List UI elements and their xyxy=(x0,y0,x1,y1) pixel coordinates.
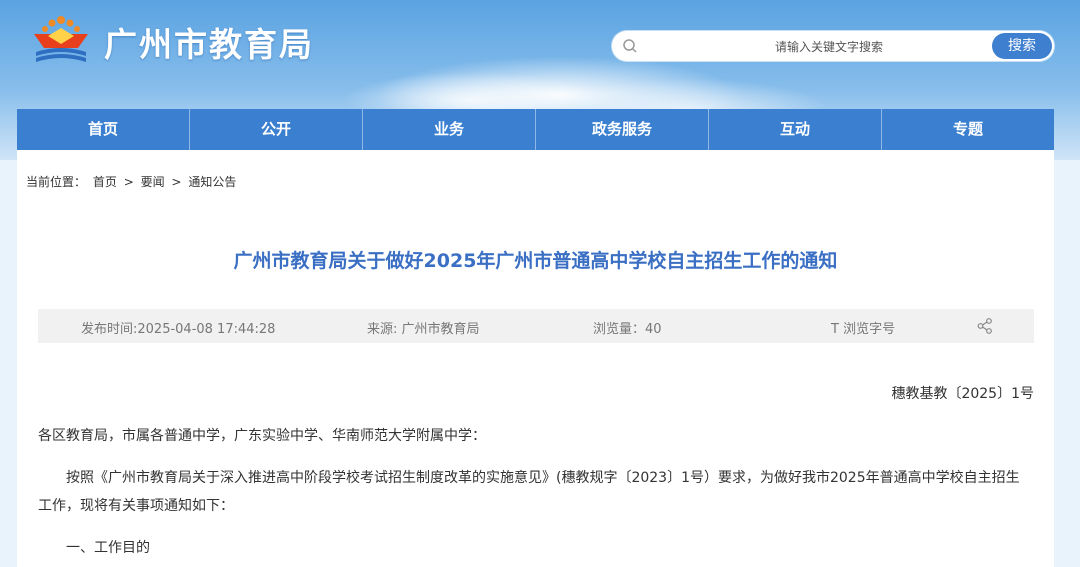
font-size-toggle[interactable]: T 浏览字号 xyxy=(831,318,895,337)
share-icon[interactable] xyxy=(976,317,994,335)
article-paragraph: 各区教育局，市属各普通中学，广东实验中学、华南师范大学附属中学： xyxy=(38,428,486,444)
main-nav: 首页 公开 业务 政务服务 互动 专题 xyxy=(17,109,1054,150)
breadcrumb-separator: > xyxy=(123,175,134,189)
nav-item-home[interactable]: 首页 xyxy=(17,109,190,150)
publish-time: 发布时间:2025-04-08 17:44:28 xyxy=(81,322,276,337)
search-button[interactable]: 搜索 xyxy=(992,33,1052,59)
nav-item-business[interactable]: 业务 xyxy=(363,109,536,150)
nav-item-gov-services[interactable]: 政务服务 xyxy=(536,109,709,150)
search-box: 搜索 xyxy=(612,31,1054,61)
education-bureau-logo-icon[interactable] xyxy=(30,14,92,66)
document-number: 穗教基教〔2025〕1号 xyxy=(891,386,1034,402)
content-panel: 当前位置： 首页 > 要闻 > 通知公告 广州市教育局关于做好2025年广州市普… xyxy=(17,150,1054,567)
breadcrumb-item-notices[interactable]: 通知公告 xyxy=(188,175,236,189)
breadcrumb-separator: > xyxy=(171,175,182,189)
site-title[interactable]: 广州市教育局 xyxy=(104,18,314,66)
article-title: 广州市教育局关于做好2025年广州市普通高中学校自主招生工作的通知 xyxy=(233,250,838,272)
nav-item-interaction[interactable]: 互动 xyxy=(709,109,882,150)
search-input[interactable] xyxy=(672,36,986,58)
article-meta-bar: 发布时间:2025-04-08 17:44:28 来源: 广州市教育局 浏览量：… xyxy=(38,309,1034,343)
article-paragraph: 按照《广州市教育局关于深入推进高中阶段学校考试招生制度改革的实施意见》(穗教规字… xyxy=(38,470,1020,514)
view-count: 浏览量：40 xyxy=(593,322,662,337)
search-icon xyxy=(623,39,637,53)
section-heading: 一、工作目的 xyxy=(66,540,150,556)
article-source: 来源: 广州市教育局 xyxy=(367,322,480,337)
breadcrumb-prefix: 当前位置： xyxy=(26,175,87,189)
breadcrumb-item-home[interactable]: 首页 xyxy=(93,175,117,189)
breadcrumb: 当前位置： 首页 > 要闻 > 通知公告 xyxy=(26,173,239,190)
nav-item-topics[interactable]: 专题 xyxy=(882,109,1054,150)
breadcrumb-item-news[interactable]: 要闻 xyxy=(141,175,165,189)
nav-item-public[interactable]: 公开 xyxy=(190,109,363,150)
